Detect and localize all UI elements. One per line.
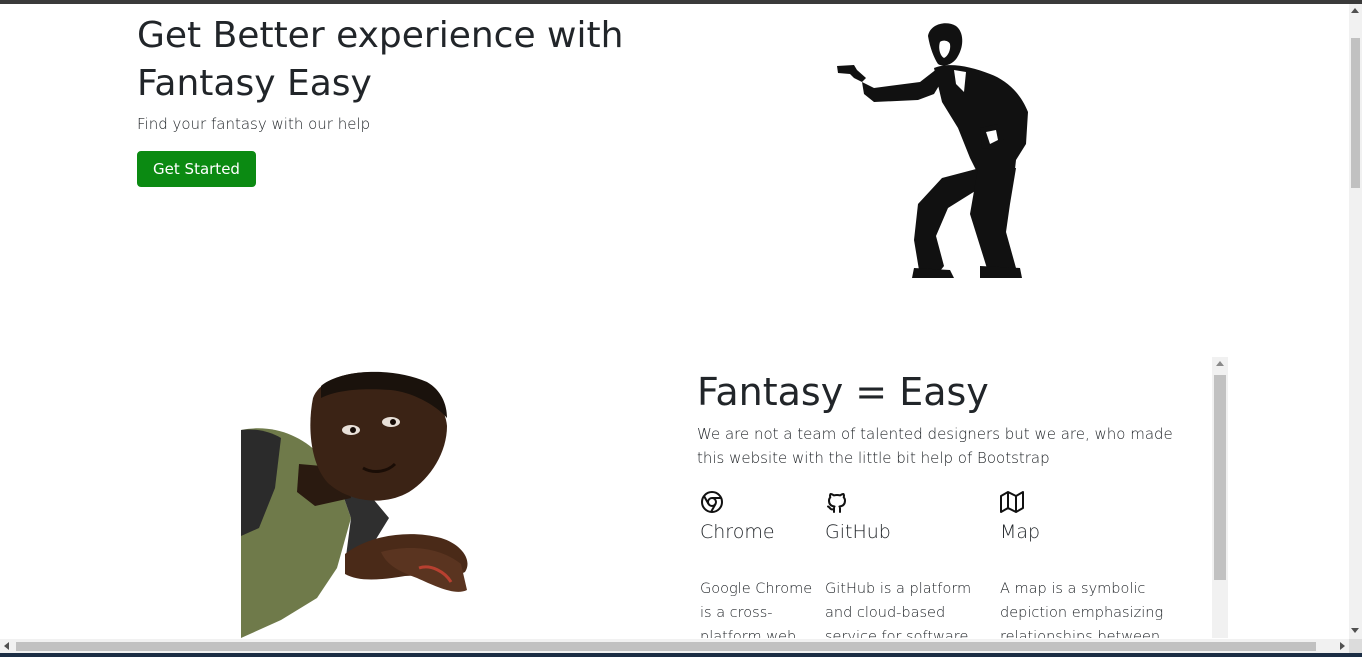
feature-map-name: Map (1000, 521, 1041, 543)
scroll-up-arrow-icon[interactable] (1351, 8, 1359, 13)
page-vertical-scroll-thumb[interactable] (1351, 38, 1360, 188)
feature-chrome: Chrome Google Chrome is a cross-platform… (700, 490, 815, 638)
feature-github: GitHub GitHub is a platform and cloud-ba… (825, 490, 995, 638)
about-panel-scrollbar[interactable] (1212, 357, 1228, 638)
page-vertical-scrollbar[interactable] (1349, 4, 1362, 639)
feature-github-text: GitHub is a platform and cloud-based ser… (825, 580, 972, 639)
feature-map: Map A map is a symbolic depiction emphas… (1000, 490, 1210, 638)
hero-dancer-image (837, 23, 1028, 278)
about-description: We are not a team of talented designers … (697, 425, 1173, 467)
feature-github-name: GitHub (825, 521, 891, 543)
page-horizontal-scroll-thumb[interactable] (16, 642, 1316, 651)
hero-title: Get Better experience with Fantasy Easy (137, 15, 624, 104)
about-person-image (241, 371, 468, 638)
chrome-icon (701, 491, 723, 513)
map-icon (1000, 491, 1024, 513)
scroll-left-arrow-icon[interactable] (4, 642, 9, 650)
feature-chrome-text: Google Chrome is a cross-platform web (700, 580, 813, 639)
github-icon (827, 493, 846, 513)
scroll-down-arrow-icon[interactable] (1351, 628, 1359, 633)
about-panel-scroll-thumb[interactable] (1214, 375, 1226, 580)
about-title: Fantasy = Easy (697, 370, 989, 414)
scrollbar-corner (1349, 639, 1362, 653)
feature-chrome-name: Chrome (700, 521, 775, 543)
page-horizontal-scrollbar[interactable] (0, 639, 1349, 653)
chevron-up-icon[interactable] (1216, 361, 1224, 366)
scroll-right-arrow-icon[interactable] (1340, 642, 1345, 650)
about-section: Fantasy = Easy We are not a team of tale… (680, 356, 1228, 638)
get-started-button[interactable]: Get Started (137, 151, 256, 187)
feature-map-text: A map is a symbolic depiction emphasizin… (1000, 580, 1164, 639)
taskbar-edge (0, 653, 1362, 657)
hero-subtitle: Find your fantasy with our help (137, 115, 371, 133)
browser-top-edge (0, 0, 1362, 4)
